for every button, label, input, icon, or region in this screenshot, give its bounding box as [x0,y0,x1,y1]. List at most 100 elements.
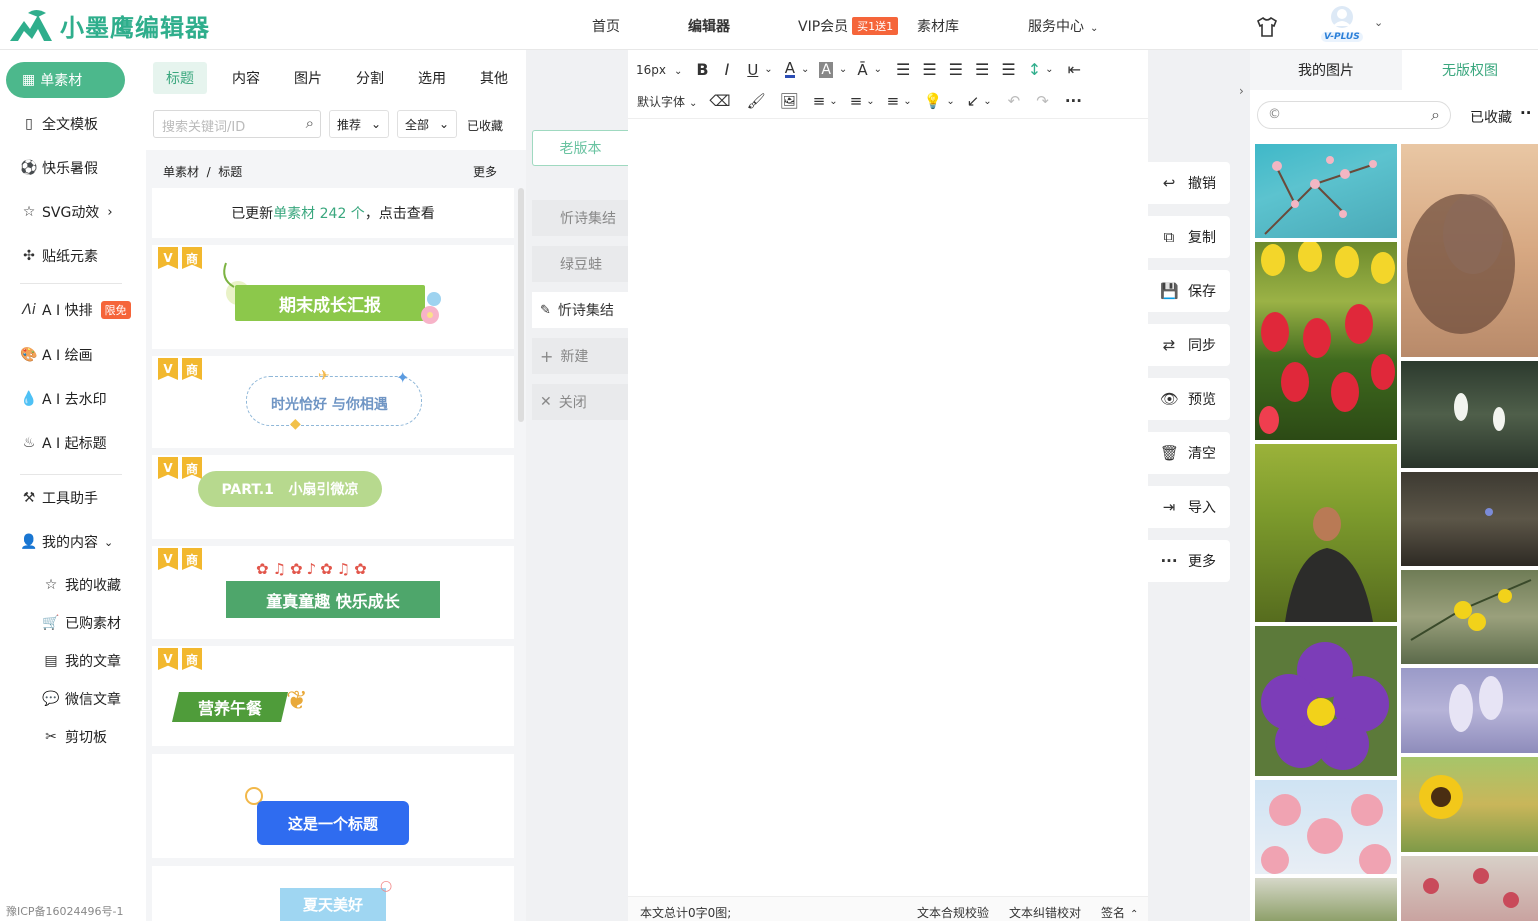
chevron-down-icon[interactable]: ⌄ [1045,64,1053,75]
tab-title[interactable]: 标题 [153,62,207,94]
tab-divider[interactable]: 分割 [339,62,401,94]
material-card[interactable]: V商 ✈ ✦ 时光恰好 与你相遇 ◆ [152,356,514,448]
photo-dried-flowers[interactable] [1401,144,1538,357]
align-center-icon[interactable]: ☰ [922,60,936,79]
chevron-down-icon[interactable]: ⌄ [874,64,882,75]
indent-icon[interactable]: ☰ [1001,60,1015,79]
align-left-icon[interactable]: ☰ [896,60,910,79]
material-card[interactable]: V商 营养午餐 ❦ [152,646,514,746]
sidebar-item-single-material[interactable]: ▦ 单素材 [6,62,125,98]
sidebar-item-summer[interactable]: ⚽ 快乐暑假 [20,157,98,179]
sidebar-sub-clipboard[interactable]: ✂ 剪切板 [42,727,107,747]
font-size-select[interactable]: 16px ⌄ [636,63,682,77]
recommend-select[interactable]: 推荐 ⌄ [329,110,389,138]
collected-filter[interactable]: 已收藏 [467,117,503,134]
font-family-select[interactable]: 默认字体 ⌄ [637,93,697,110]
image-search-input[interactable]: © ⌕ [1257,101,1451,129]
collected-filter[interactable]: 已收藏 [1470,107,1512,127]
tab-image[interactable]: 图片 [277,62,339,94]
all-select[interactable]: 全部 ⌄ [397,110,457,138]
import-button[interactable]: ⇥ 导入 [1148,486,1230,528]
logo[interactable]: 小墨鹰编辑器 [8,8,210,43]
nav-service[interactable]: 服务中心 ⌄ [1028,16,1098,36]
sidebar-item-ai-title[interactable]: ♨ A I 起标题 [20,432,107,454]
background-color-icon[interactable]: A [819,61,833,78]
more-link[interactable]: 更多 [473,163,497,180]
photo-yellow-blossom[interactable] [1401,570,1538,664]
tab-select[interactable]: 选用 [401,62,463,94]
sidebar-item-ai-watermark[interactable]: 💧 A I 去水印 [20,388,106,410]
editor-canvas[interactable] [628,50,1148,921]
icp-record[interactable]: 豫ICP备16024496号-1 [6,903,124,919]
proofread-button[interactable]: 文本纠错校对 [1009,904,1081,921]
chevron-down-icon[interactable]: ⌄ [801,64,809,75]
material-card[interactable]: V商 PART.1 小扇引微凉 [152,455,514,539]
save-button[interactable]: 💾 保存 [1148,270,1230,312]
search-input[interactable]: 搜索关键词/ID ⌕ [153,110,321,138]
sidebar-item-my-content[interactable]: 👤 我的内容 ⌄ [20,531,113,553]
photo-tulips[interactable] [1255,242,1397,440]
material-card[interactable]: 这是一个标题 [152,754,514,858]
nav-home[interactable]: 首页 [592,16,620,36]
nav-vip[interactable]: VIP会员 买1送1 [798,16,899,36]
version-item-active[interactable]: ✎ 忻诗集结 [532,292,628,328]
sidebar-sub-articles[interactable]: ▤ 我的文章 [42,651,121,671]
photo-red-blossom[interactable] [1401,856,1538,921]
notice-link[interactable]: 单素材 242 个 [273,203,365,223]
more-button[interactable]: ··· 更多 [1148,540,1230,582]
sync-button[interactable]: ⇄ 同步 [1148,324,1230,366]
close-version-button[interactable]: ✕ 关闭 [532,384,628,420]
panel-scrollbar[interactable] [518,188,524,422]
image-icon[interactable]: 🖼 [780,92,799,110]
sidebar-sub-purchased[interactable]: 🛒 已购素材 [42,613,121,633]
photo-snowdrops[interactable] [1401,361,1538,468]
sidebar-sub-wechat[interactable]: 💬 微信文章 [42,689,121,709]
copy-button[interactable]: ⧉ 复制 [1148,216,1230,258]
photo-sunflower[interactable] [1401,757,1538,852]
photo-man-in-grass[interactable] [1255,444,1397,622]
undo-button[interactable]: ↩ 撤销 [1148,162,1230,204]
eraser-icon[interactable]: ⌫ [709,92,730,110]
chevron-down-icon[interactable]: ⌄ [903,96,911,107]
bold-icon[interactable]: B [696,60,708,79]
paragraph-spacing-icon[interactable]: ≡ [813,92,826,110]
italic-icon[interactable]: I [725,60,730,79]
chevron-down-icon[interactable]: ⌄ [764,64,772,75]
photo-pink-blossom[interactable] [1255,780,1397,874]
import-icon[interactable]: ⇤ [1067,60,1080,79]
more-icon[interactable]: ··· [1065,92,1082,110]
sidebar-item-svg[interactable]: ☆ SVG动效 › [20,201,113,223]
chevron-down-icon[interactable]: ⌄ [866,96,874,107]
tab-other[interactable]: 其他 [463,62,525,94]
line-height-icon[interactable]: ↕ [1028,60,1041,79]
new-version-button[interactable]: + 新建 [532,338,628,374]
photo-small-flower-ground[interactable] [1401,472,1538,566]
material-card[interactable]: 夏天美好 ○ [152,866,514,921]
tshirt-icon[interactable] [1256,17,1278,37]
version-item[interactable]: 绿豆蛙 [532,246,628,282]
old-version-button[interactable]: 老版本 [532,130,628,166]
clear-button[interactable]: 🗑 清空 [1148,432,1230,474]
sidebar-item-tools[interactable]: ⚒ 工具助手 [20,487,98,509]
align-right-icon[interactable]: ☰ [949,60,963,79]
undo-icon[interactable]: ↶ [1008,92,1021,110]
chevron-down-icon[interactable]: ⌄ [946,96,954,107]
sidebar-item-ai-draw[interactable]: 🎨 A I 绘画 [20,344,92,366]
material-card[interactable]: V商 期末成长汇报 [152,245,514,349]
preview-button[interactable]: 👁 预览 [1148,378,1230,420]
nav-editor[interactable]: 编辑器 [688,16,730,36]
photo-cherry-blossom[interactable] [1255,144,1397,238]
sidebar-sub-favorites[interactable]: ☆ 我的收藏 [42,575,121,595]
sidebar-item-full-template[interactable]: ▯ 全文模板 [20,113,98,135]
align-justify-icon[interactable]: ☰ [975,60,989,79]
material-card[interactable]: V商 ✿♫✿♪✿♫✿ 童真童趣 快乐成长 [152,546,514,639]
underline-icon[interactable]: U [747,61,758,79]
compliance-check-button[interactable]: 文本合规校验 [917,904,989,921]
sidebar-item-ai-layout[interactable]: Λi A I 快排 限免 [20,299,131,321]
redo-icon[interactable]: ↷ [1036,92,1049,110]
update-notice[interactable]: 已更新 单素材 242 个，点击查看 [152,188,514,238]
chevron-down-icon[interactable]: ⌄ [829,96,837,107]
font-color-icon[interactable]: A [784,61,795,78]
version-item[interactable]: 忻诗集结 [532,200,628,236]
sidebar-item-sticker[interactable]: ✣ 贴纸元素 [20,245,98,267]
